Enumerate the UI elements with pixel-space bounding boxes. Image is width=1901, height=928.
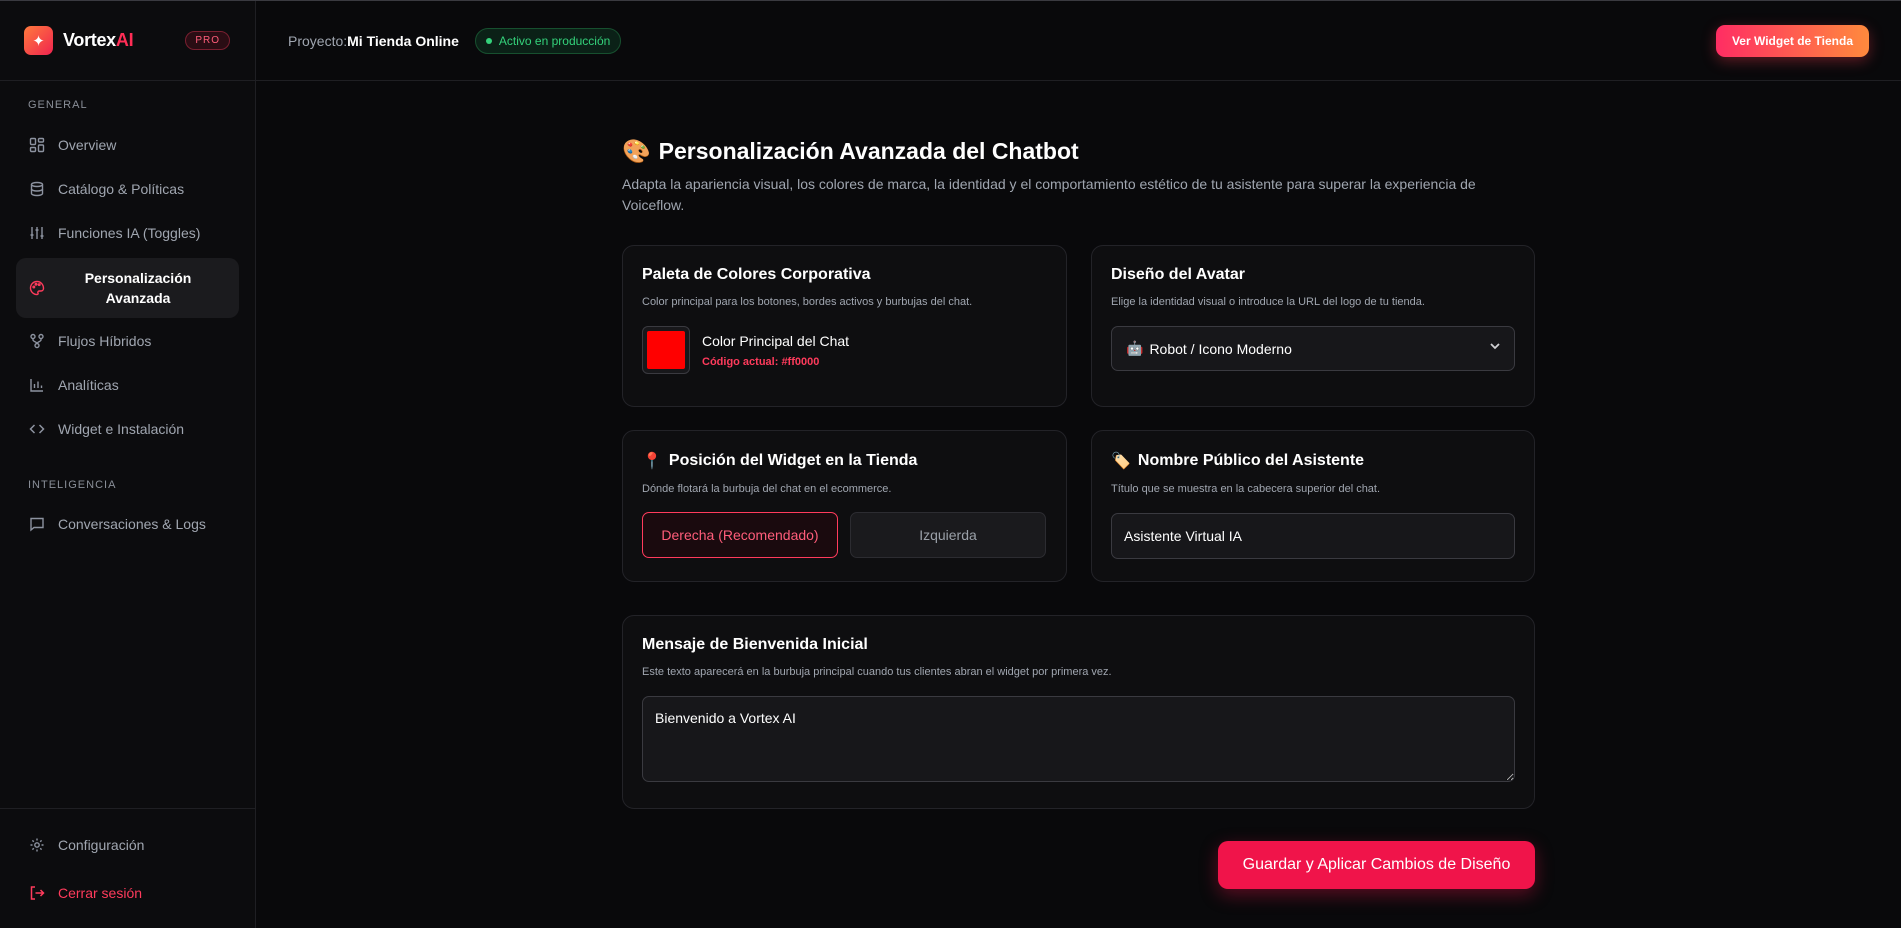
robot-icon: 🤖 [1126, 340, 1144, 356]
card-title: Diseño del Avatar [1111, 266, 1245, 283]
logout-icon [28, 884, 46, 902]
sidebar-item-label: Personalización Avanzada [84, 270, 192, 306]
sidebar-item-analytics[interactable]: Analíticas [16, 367, 239, 403]
brand: ✦ VortexAI PRO [0, 1, 255, 81]
sidebar-item-hybrid-flows[interactable]: Flujos Híbridos [16, 323, 239, 359]
avatar-selected-value: Robot / Icono Moderno [1149, 340, 1292, 357]
chevron-down-icon [1488, 339, 1502, 356]
project-label: Proyecto:Mi Tienda Online [288, 32, 459, 49]
sidebar-item-customization[interactable]: Personalización Avanzada [16, 258, 239, 318]
color-picker-row: Color Principal del Chat Código actual: … [642, 326, 1047, 374]
sidebar-item-conversations[interactable]: Conversaciones & Logs [16, 506, 239, 542]
card-title: Mensaje de Bienvenida Inicial [642, 636, 868, 653]
color-picker-swatch[interactable] [642, 326, 690, 374]
card-subtitle: Título que se muestra en la cabecera sup… [1111, 483, 1381, 495]
sidebar-item-overview[interactable]: Overview [16, 127, 239, 163]
color-code: Código actual: #ff0000 [702, 355, 820, 368]
gear-icon [28, 836, 46, 854]
sidebar-item-ai-functions[interactable]: Funciones IA (Toggles) [16, 215, 239, 251]
pin-icon: 📍 [642, 453, 662, 470]
bar-chart-icon [28, 376, 46, 394]
tag-icon: 🏷️ [1111, 453, 1131, 470]
sidebar: ✦ VortexAI PRO GENERAL Overview Catálogo… [0, 1, 256, 928]
sidebar-item-catalog[interactable]: Catálogo & Políticas [16, 171, 239, 207]
sidebar-item-label: Catálogo & Políticas [58, 181, 185, 197]
dashboard-grid-icon [28, 136, 46, 154]
page-description: Adapta la apariencia visual, los colores… [622, 176, 1476, 213]
position-left-button[interactable]: Izquierda [850, 512, 1046, 558]
top-header: Proyecto:Mi Tienda Online Activo en prod… [256, 1, 1901, 81]
card-subtitle: Este texto aparecerá en la burbuja princ… [642, 666, 1112, 678]
view-widget-button[interactable]: Ver Widget de Tienda [1715, 25, 1869, 57]
sidebar-item-label: Conversaciones & Logs [58, 516, 206, 532]
code-icon [28, 420, 46, 438]
sidebar-item-label: Flujos Híbridos [58, 333, 152, 349]
database-icon [28, 180, 46, 198]
sidebar-item-label: Analíticas [58, 377, 119, 393]
card-title: 📍 Posición del Widget en la Tienda [642, 452, 918, 470]
palette-icon [28, 279, 46, 297]
assistant-name-input[interactable] [1111, 513, 1515, 559]
card-title: 🏷️ Nombre Público del Asistente [1111, 452, 1365, 470]
chat-icon [28, 515, 46, 533]
welcome-message-card: Mensaje de Bienvenida Inicial Este texto… [622, 615, 1535, 809]
card-subtitle: Color principal para los botones, bordes… [642, 296, 973, 308]
color-info: Color Principal del Chat Código actual: … [702, 333, 849, 368]
brand-name: VortexAI [63, 30, 134, 50]
sparkle-logo-icon: ✦ [24, 26, 53, 55]
save-design-button[interactable]: Guardar y Aplicar Cambios de Diseño [1218, 841, 1535, 889]
pro-badge: PRO [185, 31, 230, 50]
card-subtitle: Elige la identidad visual o introduce la… [1111, 296, 1425, 308]
card-subtitle: Dónde flotará la burbuja del chat en el … [642, 483, 892, 495]
sidebar-item-settings[interactable]: Configuración [16, 827, 239, 863]
sidebar-item-label: Configuración [58, 837, 145, 853]
card-title: Paleta de Colores Corporativa [642, 266, 871, 283]
color-label: Color Principal del Chat [702, 332, 850, 349]
sidebar-item-label: Overview [58, 137, 117, 153]
page-title: 🎨 Personalización Avanzada del Chatbot [622, 138, 1079, 164]
section-title-general: GENERAL [28, 99, 88, 111]
project-name: Mi Tienda Online [347, 32, 459, 49]
palette-emoji-icon: 🎨 [622, 138, 651, 164]
position-right-button[interactable]: Derecha (Recomendado) [642, 512, 838, 558]
avatar-design-card: Diseño del Avatar Elige la identidad vis… [1091, 245, 1535, 407]
widget-position-card: 📍 Posición del Widget en la Tienda Dónde… [622, 430, 1067, 582]
status-badge: Activo en producción [474, 27, 622, 54]
logout-button[interactable]: Cerrar sesión [16, 875, 239, 911]
sidebar-item-label: Funciones IA (Toggles) [58, 225, 201, 241]
avatar-select[interactable]: 🤖 Robot / Icono Moderno [1111, 326, 1515, 371]
sidebar-item-label: Widget e Instalación [58, 421, 185, 437]
position-toggle: Derecha (Recomendado) Izquierda [642, 512, 1047, 558]
color-preview [647, 331, 685, 369]
status-dot-icon [485, 37, 492, 44]
workflow-icon [28, 332, 46, 350]
color-palette-card: Paleta de Colores Corporativa Color prin… [622, 245, 1067, 407]
welcome-message-textarea[interactable]: Bienvenido a Vortex AI [642, 696, 1515, 782]
sliders-icon [28, 224, 46, 242]
sidebar-item-label: Cerrar sesión [58, 885, 143, 901]
assistant-name-card: 🏷️ Nombre Público del Asistente Título q… [1091, 430, 1535, 582]
sidebar-item-widget-install[interactable]: Widget e Instalación [16, 411, 239, 447]
section-title-intelligence: INTELIGENCIA [28, 479, 117, 491]
